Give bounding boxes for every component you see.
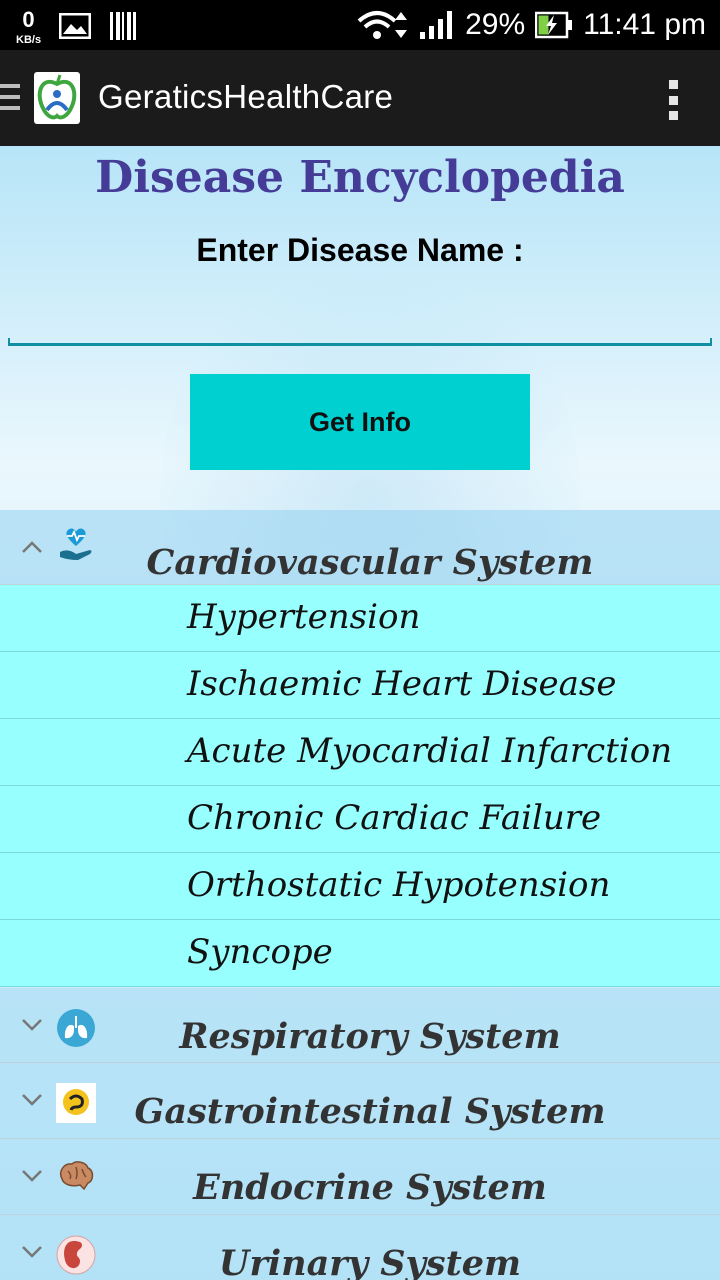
input-underline xyxy=(8,338,712,346)
category-label: Respiratory System xyxy=(179,1016,561,1057)
wifi-icon xyxy=(357,11,408,39)
network-speed-value: 0 xyxy=(22,6,35,32)
disease-name-label: Enter Disease Name : xyxy=(196,232,524,268)
signal-icon xyxy=(420,11,453,39)
barcode-icon xyxy=(110,12,137,40)
network-speed-unit: KB/s xyxy=(16,33,42,46)
category-label: Urinary System xyxy=(218,1243,522,1280)
list-item-orthostatic-hypotension[interactable]: Orthostatic Hypotension xyxy=(0,853,720,920)
list-item-label: Chronic Cardiac Failure xyxy=(187,798,602,838)
status-left: 0 KB/s xyxy=(16,6,137,46)
list-item-label: Orthostatic Hypotension xyxy=(187,865,611,905)
category-label: Gastrointestinal System xyxy=(134,1091,606,1132)
category-header-endocrine[interactable]: Endocrine System xyxy=(0,1139,720,1215)
list-item-ischaemic-heart-disease[interactable]: Ischaemic Heart Disease xyxy=(0,652,720,719)
list-item-syncope[interactable]: Syncope xyxy=(0,920,720,987)
list-item-label: Acute Myocardial Infarction xyxy=(187,731,673,771)
category-label: Endocrine System xyxy=(193,1167,547,1208)
battery-percent: 29% xyxy=(465,8,526,41)
list-item-label: Hypertension xyxy=(187,597,421,637)
app-title: GeraticsHealthCare xyxy=(98,78,394,115)
disease-name-field[interactable] xyxy=(8,296,716,346)
action-bar: GeraticsHealthCare xyxy=(0,50,720,146)
category-header-gastrointestinal[interactable]: Gastrointestinal System xyxy=(0,1063,720,1139)
list-item-label: Ischaemic Heart Disease xyxy=(187,664,617,704)
status-bar: 0 KB/s 29% 11:41 pm xyxy=(0,0,720,50)
overflow-menu-icon[interactable] xyxy=(666,80,680,120)
category-header-cardiovascular[interactable]: Cardiovascular System xyxy=(0,510,720,585)
get-info-button[interactable]: Get Info xyxy=(190,374,530,470)
battery-charging-icon xyxy=(535,11,573,39)
drawer-icon[interactable] xyxy=(0,84,20,114)
list-item-label: Syncope xyxy=(187,932,333,972)
image-icon xyxy=(59,13,92,39)
list-item-hypertension[interactable]: Hypertension xyxy=(0,585,720,652)
category-label: Cardiovascular System xyxy=(146,542,594,583)
page-title: Disease Encyclopedia xyxy=(95,152,625,203)
clock: 11:41 pm xyxy=(583,8,706,41)
category-header-urinary[interactable]: Urinary System xyxy=(0,1215,720,1280)
app-logo-icon[interactable] xyxy=(34,72,80,124)
list-item-chronic-cardiac-failure[interactable]: Chronic Cardiac Failure xyxy=(0,786,720,853)
disease-name-input[interactable] xyxy=(8,296,716,342)
content-area: Disease Encyclopedia Enter Disease Name … xyxy=(0,146,720,1280)
list-item-acute-myocardial-infarction[interactable]: Acute Myocardial Infarction xyxy=(0,719,720,786)
network-speed: 0 KB/s xyxy=(16,7,41,46)
category-header-respiratory[interactable]: Respiratory System xyxy=(0,988,720,1063)
status-right: 29% 11:41 pm xyxy=(357,0,706,50)
